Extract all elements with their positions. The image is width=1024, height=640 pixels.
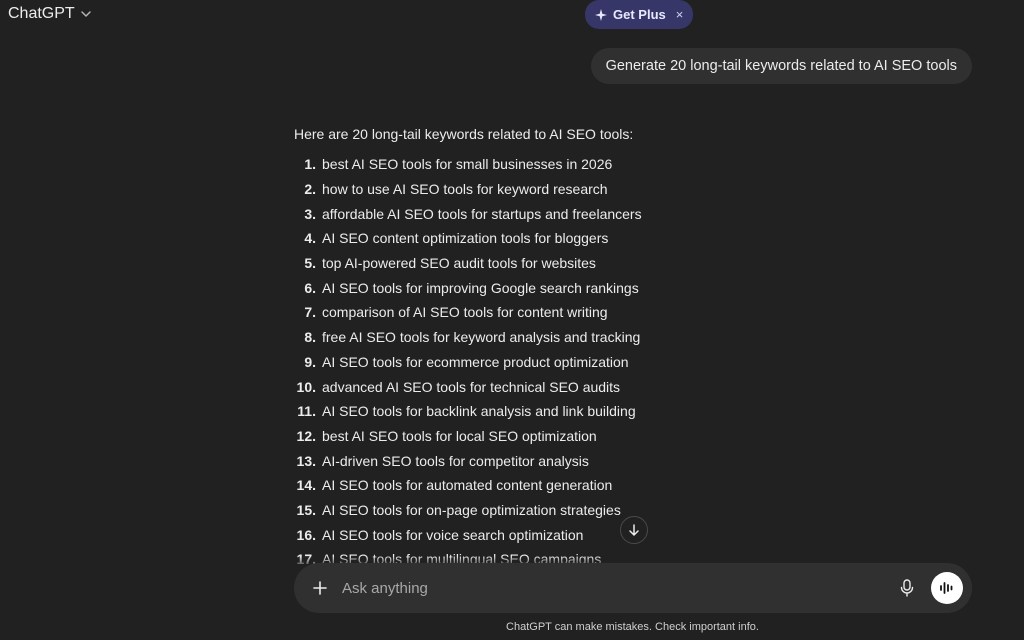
message-input[interactable] [340,578,897,598]
close-icon[interactable]: × [676,7,684,22]
model-switcher[interactable]: ChatGPT [8,5,93,23]
list-text: AI-driven SEO tools for competitor analy… [322,452,589,469]
assistant-intro: Here are 20 long-tail keywords related t… [294,126,634,142]
list-text: best AI SEO tools for small businesses i… [322,156,613,173]
list-text: AI SEO tools for backlink analysis and l… [322,403,636,420]
model-name: ChatGPT [8,5,75,22]
list-number: 4. [304,230,316,247]
list-item: 10. advanced AI SEO tools for technical S… [294,374,734,399]
get-plus-label: Get Plus [613,7,666,22]
chat-page: ChatGPT Get Plus × Generate 20 long-tail… [0,0,1024,640]
list-item: 13. AI-driven SEO tools for competitor an… [294,448,734,473]
list-item: 1. best AI SEO tools for small businesses… [294,152,734,177]
list-number: 16. [296,526,316,543]
sparkle-icon [595,8,607,21]
voice-mode-icon[interactable] [931,572,963,604]
get-plus-button[interactable]: Get Plus × [585,0,694,29]
arrow-down-icon [627,523,641,537]
list-text: how to use AI SEO tools for keyword rese… [322,181,608,198]
list-item: 11. AI SEO tools for backlink analysis an… [294,399,734,424]
assistant-message: Here are 20 long-tail keywords related t… [294,124,734,572]
list-text: free AI SEO tools for keyword analysis a… [322,329,641,346]
list-number: 12. [296,427,316,444]
list-item: 3. affordable AI SEO tools for startups a… [294,201,734,226]
list-number: 9. [304,353,316,370]
list-number: 8. [304,329,316,346]
list-text: AI SEO tools for improving Google search… [322,279,639,296]
list-text: comparison of AI SEO tools for content w… [322,304,608,321]
list-number: 13. [296,452,316,469]
list-item: 7. comparison of AI SEO tools for content… [294,300,734,325]
list-number: 7. [304,304,316,321]
list-item: 5. top AI-powered SEO audit tools for web… [294,251,734,276]
list-number: 1. [304,156,316,173]
list-text: best AI SEO tools for local SEO optimiza… [322,427,597,444]
list-text: AI SEO tools for voice search optimizati… [322,526,584,543]
list-number: 15. [296,501,316,518]
list-text: advanced AI SEO tools for technical SEO … [322,378,621,395]
list-number: 3. [304,205,316,222]
list-number: 5. [304,255,316,272]
list-number: 6. [304,279,316,296]
chevron-down-icon [79,7,93,21]
list-text: top AI-powered SEO audit tools for websi… [322,255,596,272]
list-item: 14. AI SEO tools for automated content ge… [294,473,734,498]
list-number: 2. [304,181,316,198]
list-number: 14. [296,477,316,494]
plus-icon[interactable] [310,578,330,598]
list-item: 15. AI SEO tools for on-page optimization… [294,498,734,523]
scroll-down-button[interactable] [620,516,648,544]
microphone-icon[interactable] [897,578,917,598]
user-message: Generate 20 long-tail keywords related t… [590,48,972,84]
list-text: AI SEO tools for ecommerce product optim… [322,353,629,370]
list-item: 16. AI SEO tools for voice search optimiz… [294,522,734,547]
list-number: 11. [297,403,316,420]
list-number: 10. [296,378,316,395]
list-item: 12. best AI SEO tools for local SEO optim… [294,424,734,449]
list-text: AI SEO tools for automated content gener… [322,477,613,494]
disclaimer-text: ChatGPT can make mistakes. Check importa… [506,621,759,633]
list-item: 9. AI SEO tools for ecommerce product opt… [294,350,734,375]
composer [294,563,972,613]
list-text: affordable AI SEO tools for startups and… [322,205,642,222]
keyword-list: 1. best AI SEO tools for small businesses… [294,152,734,572]
list-item: 2. how to use AI SEO tools for keyword re… [294,177,734,202]
list-text: AI SEO tools for on-page optimization st… [322,501,621,518]
list-item: 8. free AI SEO tools for keyword analysis… [294,325,734,350]
list-item: 6. AI SEO tools for improving Google sear… [294,275,734,300]
list-text: AI SEO content optimization tools for bl… [322,230,609,247]
list-item: 4. AI SEO content optimization tools for … [294,226,734,251]
